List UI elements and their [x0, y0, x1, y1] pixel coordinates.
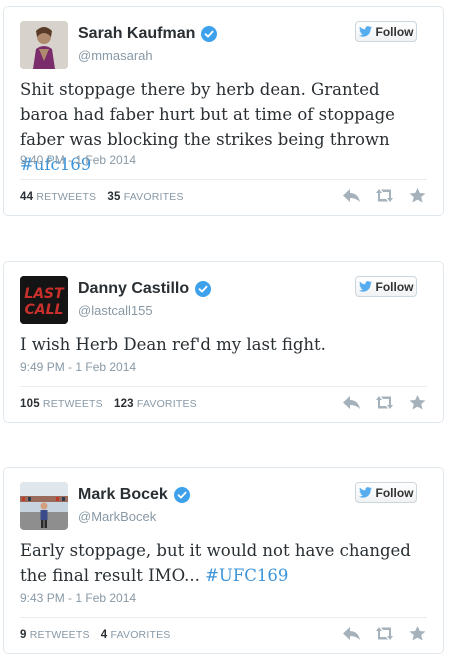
user-handle[interactable]: @MarkBocek — [78, 509, 156, 524]
tweet-card: Mark Bocek @MarkBocek Follow Early stopp… — [3, 467, 444, 654]
favorite-star-icon[interactable] — [408, 188, 427, 203]
favorite-count[interactable]: 123 FAVORITES — [114, 398, 197, 410]
retweet-icon[interactable] — [375, 188, 394, 203]
tweet-actions — [342, 626, 427, 641]
user-handle[interactable]: @mmasarah — [78, 48, 153, 63]
tweet-text: Early stoppage, but it would not have ch… — [20, 541, 411, 585]
tweet-timestamp[interactable]: 9:40 PM - 1 Feb 2014 — [20, 153, 136, 167]
tweet-card: Sarah Kaufman @mmasarah Follow Shit stop… — [3, 6, 444, 216]
retweet-count[interactable]: 105 RETWEETS — [20, 398, 103, 410]
retweet-count[interactable]: 9 RETWEETS — [20, 629, 90, 641]
svg-text:LAST: LAST — [24, 286, 65, 302]
favorite-star-icon[interactable] — [408, 395, 427, 410]
tweet-actions — [342, 395, 427, 410]
tweet-timestamp[interactable]: 9:49 PM - 1 Feb 2014 — [20, 360, 136, 374]
follow-label: Follow — [375, 279, 414, 294]
reply-icon[interactable] — [342, 395, 361, 410]
divider — [20, 617, 427, 618]
divider — [20, 179, 427, 180]
user-handle[interactable]: @lastcall155 — [78, 303, 153, 318]
tweet-text: I wish Herb Dean ref'd my last fight. — [20, 335, 326, 354]
verified-badge-icon — [195, 281, 212, 297]
twitter-bird-icon — [358, 281, 372, 292]
follow-button[interactable]: Follow — [355, 482, 417, 503]
verified-badge-icon — [201, 26, 218, 42]
favorite-count[interactable]: 4 FAVORITES — [101, 629, 171, 641]
tweet-stats: 44 RETWEETS 35 FAVORITES — [20, 191, 192, 203]
reply-icon[interactable] — [342, 626, 361, 641]
tweet-card: LAST CALL Danny Castillo @lastcall155 Fo… — [3, 261, 444, 423]
favorite-star-icon[interactable] — [408, 626, 427, 641]
reply-icon[interactable] — [342, 188, 361, 203]
divider — [20, 386, 427, 387]
follow-label: Follow — [375, 485, 414, 500]
avatar[interactable] — [20, 482, 68, 530]
retweet-icon[interactable] — [375, 395, 394, 410]
retweet-icon[interactable] — [375, 626, 394, 641]
avatar[interactable]: LAST CALL — [20, 276, 68, 324]
tweet-timestamp[interactable]: 9:43 PM - 1 Feb 2014 — [20, 591, 136, 605]
avatar[interactable] — [20, 21, 68, 69]
user-name[interactable]: Danny Castillo — [78, 280, 189, 298]
follow-button[interactable]: Follow — [355, 21, 417, 42]
tweet-actions — [342, 188, 427, 203]
tweet-stats: 9 RETWEETS 4 FAVORITES — [20, 629, 178, 641]
tweet-stats: 105 RETWEETS 123 FAVORITES — [20, 398, 205, 410]
user-name[interactable]: Sarah Kaufman — [78, 25, 195, 43]
user-name[interactable]: Mark Bocek — [78, 486, 168, 504]
follow-label: Follow — [375, 24, 414, 39]
retweet-count[interactable]: 44 RETWEETS — [20, 191, 96, 203]
verified-badge-icon — [173, 487, 190, 503]
favorite-count[interactable]: 35 FAVORITES — [107, 191, 183, 203]
twitter-bird-icon — [358, 26, 372, 37]
svg-text:CALL: CALL — [25, 302, 64, 318]
hashtag-link[interactable]: #UFC169 — [205, 566, 288, 585]
twitter-bird-icon — [358, 487, 372, 498]
follow-button[interactable]: Follow — [355, 276, 417, 297]
